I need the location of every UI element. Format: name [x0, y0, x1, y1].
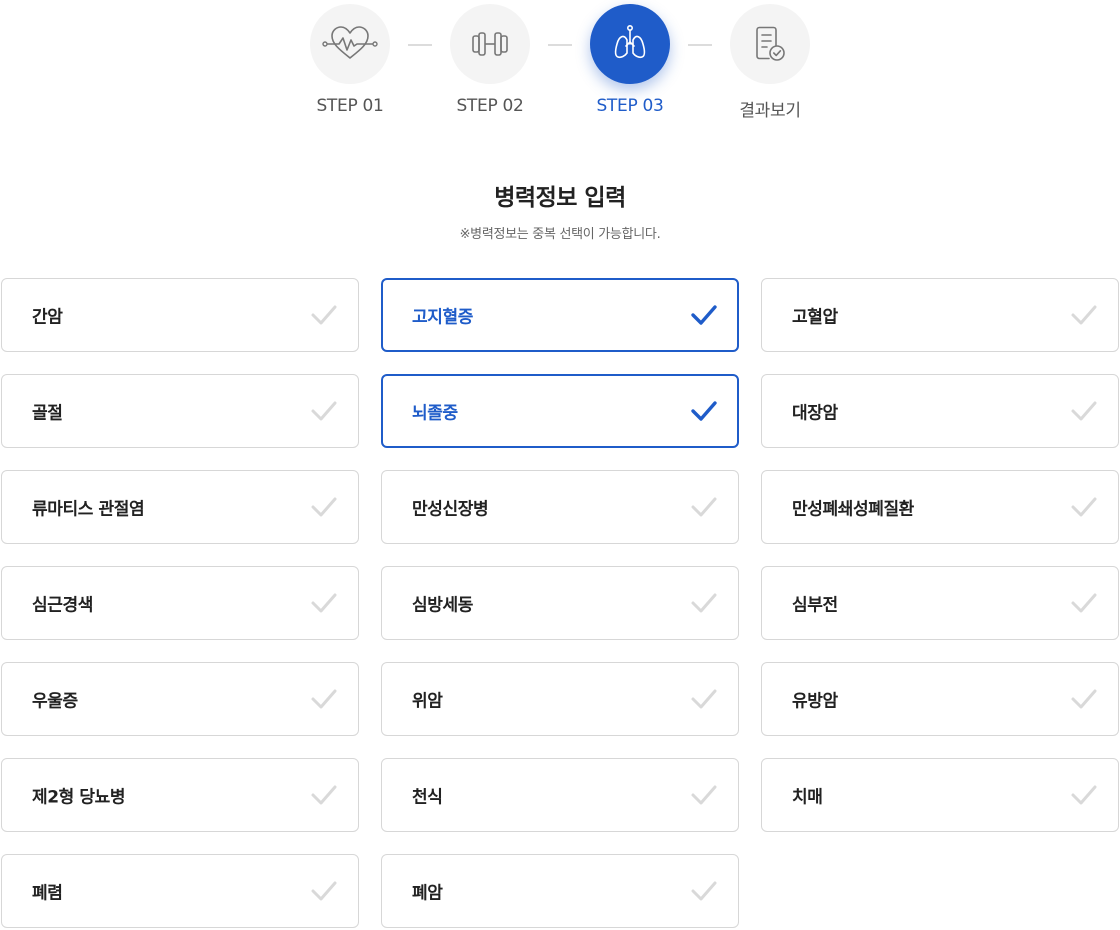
step-connector — [548, 44, 572, 46]
condition-label: 뇌졸중 — [412, 403, 458, 424]
check-icon — [691, 785, 717, 805]
condition-label: 만성신장병 — [412, 499, 489, 520]
condition-option[interactable]: 뇌졸중 — [381, 374, 739, 448]
step-connector — [688, 44, 712, 46]
condition-label: 우울증 — [32, 691, 78, 712]
condition-label: 위암 — [412, 691, 443, 712]
condition-option[interactable]: 대장암 — [761, 374, 1119, 448]
check-icon — [1071, 305, 1097, 325]
condition-label: 심부전 — [792, 595, 838, 616]
condition-option[interactable]: 간암 — [1, 278, 359, 352]
check-icon — [691, 593, 717, 613]
step-03[interactable]: STEP 03 — [590, 4, 670, 116]
dumbbell-icon — [472, 32, 508, 56]
check-icon — [311, 401, 337, 421]
step-label: 결과보기 — [739, 101, 801, 121]
condition-option[interactable]: 위암 — [381, 662, 739, 736]
condition-label: 심방세동 — [412, 595, 473, 616]
condition-option[interactable]: 우울증 — [1, 662, 359, 736]
check-icon — [311, 593, 337, 613]
step-01[interactable]: STEP 01 — [310, 4, 390, 116]
condition-label: 간암 — [32, 307, 63, 328]
step-circle — [310, 4, 390, 84]
condition-option[interactable]: 천식 — [381, 758, 739, 832]
step-connector — [408, 44, 432, 46]
check-icon — [311, 785, 337, 805]
check-icon — [691, 401, 717, 421]
step-circle — [450, 4, 530, 84]
check-icon — [311, 497, 337, 517]
step-label: STEP 02 — [456, 96, 524, 116]
check-icon — [691, 881, 717, 901]
condition-option[interactable]: 만성신장병 — [381, 470, 739, 544]
condition-option[interactable]: 폐암 — [381, 854, 739, 928]
condition-label: 심근경색 — [32, 595, 93, 616]
section-subtitle: ※병력정보는 중복 선택이 가능합니다. — [459, 227, 661, 242]
step-result[interactable]: 결과보기 — [730, 4, 810, 121]
step-circle — [590, 4, 670, 84]
check-icon — [691, 305, 717, 325]
condition-option[interactable]: 심근경색 — [1, 566, 359, 640]
check-icon — [1071, 497, 1097, 517]
condition-option[interactable]: 류마티스 관절염 — [1, 470, 359, 544]
lungs-icon — [614, 24, 646, 59]
check-icon — [311, 881, 337, 901]
step-label: STEP 03 — [596, 96, 664, 116]
check-icon — [691, 689, 717, 709]
step-02[interactable]: STEP 02 — [450, 4, 530, 116]
check-icon — [691, 497, 717, 517]
condition-label: 고혈압 — [792, 307, 838, 328]
condition-option[interactable]: 심부전 — [761, 566, 1119, 640]
condition-label: 폐렴 — [32, 883, 63, 904]
condition-option[interactable]: 심방세동 — [381, 566, 739, 640]
step-label: STEP 01 — [316, 96, 384, 116]
check-icon — [311, 305, 337, 325]
condition-option[interactable]: 고지혈증 — [381, 278, 739, 352]
condition-label: 류마티스 관절염 — [32, 499, 145, 520]
condition-option[interactable]: 유방암 — [761, 662, 1119, 736]
check-icon — [1071, 593, 1097, 613]
condition-option[interactable]: 치매 — [761, 758, 1119, 832]
condition-option[interactable]: 제2형 당뇨병 — [1, 758, 359, 832]
condition-label: 폐암 — [412, 883, 443, 904]
condition-label: 천식 — [412, 787, 443, 808]
condition-label: 대장암 — [792, 403, 838, 424]
report-check-icon — [756, 26, 785, 61]
check-icon — [1071, 689, 1097, 709]
check-icon — [311, 689, 337, 709]
condition-label: 제2형 당뇨병 — [32, 787, 126, 808]
condition-label: 고지혈증 — [412, 307, 473, 328]
condition-option[interactable]: 폐렴 — [1, 854, 359, 928]
condition-option[interactable]: 고혈압 — [761, 278, 1119, 352]
condition-label: 골절 — [32, 403, 63, 424]
section-title: 병력정보 입력 — [494, 185, 626, 211]
check-icon — [1071, 401, 1097, 421]
condition-option[interactable]: 골절 — [1, 374, 359, 448]
heartbeat-icon — [322, 26, 378, 59]
condition-option[interactable]: 만성폐쇄성폐질환 — [761, 470, 1119, 544]
progress-stepper: STEP 01 STEP 02 STEP 03 결과보기 — [0, 4, 1120, 124]
condition-label: 유방암 — [792, 691, 838, 712]
check-icon — [1071, 785, 1097, 805]
condition-label: 치매 — [792, 787, 823, 808]
step-circle — [730, 4, 810, 84]
condition-label: 만성폐쇄성폐질환 — [792, 499, 914, 520]
